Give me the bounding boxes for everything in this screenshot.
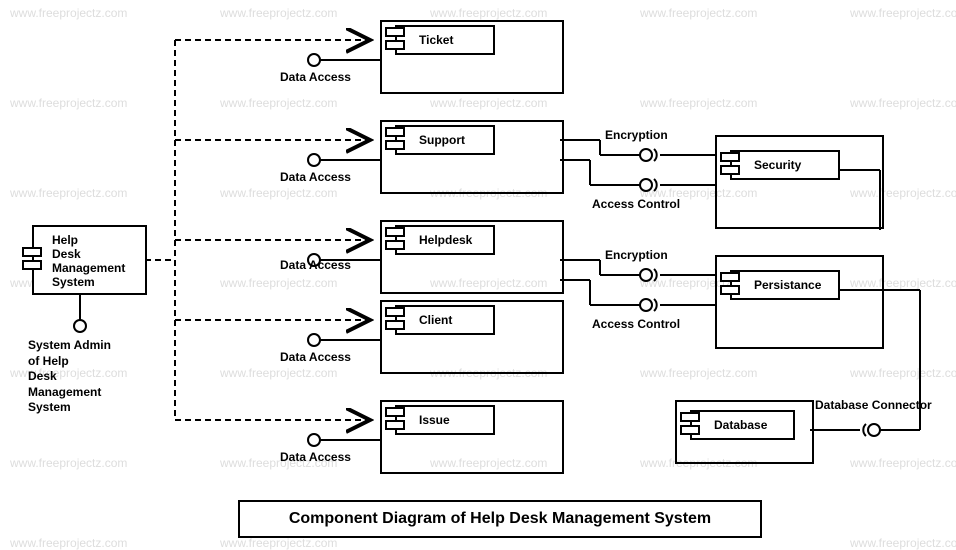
watermark: www.freeprojectz.com — [10, 536, 127, 550]
diagram-title: Component Diagram of Help Desk Managemen… — [238, 500, 762, 538]
watermark: www.freeprojectz.com — [10, 456, 127, 470]
access-control-security-label: Access Control — [592, 197, 680, 211]
data-access-helpdesk: Data Access — [280, 258, 351, 272]
component-ticket: Ticket — [395, 25, 495, 55]
component-security: Security — [730, 150, 840, 180]
watermark: www.freeprojectz.com — [10, 96, 127, 110]
watermark: www.freeprojectz.com — [220, 536, 337, 550]
watermark: www.freeprojectz.com — [850, 536, 956, 550]
watermark: www.freeprojectz.com — [640, 6, 757, 20]
main-line-1: Desk — [52, 247, 81, 261]
watermark: www.freeprojectz.com — [640, 96, 757, 110]
watermark: www.freeprojectz.com — [10, 6, 127, 20]
watermark: www.freeprojectz.com — [220, 276, 337, 290]
watermark: www.freeprojectz.com — [430, 6, 547, 20]
watermark: www.freeprojectz.com — [220, 366, 337, 380]
component-database: Database — [690, 410, 795, 440]
component-issue: Issue — [395, 405, 495, 435]
database-connector-label: Database Connector — [815, 398, 932, 412]
data-access-client: Data Access — [280, 350, 351, 364]
data-access-issue: Data Access — [280, 450, 351, 464]
system-admin-label: System Admin of Help Desk Management Sys… — [28, 338, 111, 416]
data-access-support: Data Access — [280, 170, 351, 184]
watermark: www.freeprojectz.com — [220, 6, 337, 20]
watermark: www.freeprojectz.com — [850, 96, 956, 110]
main-line-2: Management — [52, 261, 125, 275]
component-persistance: Persistance — [730, 270, 840, 300]
main-line-0: Help — [52, 233, 78, 247]
watermark: www.freeprojectz.com — [430, 96, 547, 110]
watermark: www.freeprojectz.com — [10, 186, 127, 200]
encryption-security-label: Encryption — [605, 128, 668, 142]
encryption-persistance-label: Encryption — [605, 248, 668, 262]
main-line-3: System — [52, 275, 95, 289]
watermark: www.freeprojectz.com — [850, 366, 956, 380]
watermark: www.freeprojectz.com — [220, 96, 337, 110]
watermark: www.freeprojectz.com — [640, 366, 757, 380]
data-access-ticket: Data Access — [280, 70, 351, 84]
component-help-desk-management-system: Help Desk Management System — [32, 225, 147, 295]
component-helpdesk: Helpdesk — [395, 225, 495, 255]
component-support: Support — [395, 125, 495, 155]
watermark: www.freeprojectz.com — [850, 6, 956, 20]
watermark: www.freeprojectz.com — [220, 186, 337, 200]
access-control-persistance-label: Access Control — [592, 317, 680, 331]
watermark: www.freeprojectz.com — [850, 456, 956, 470]
component-client: Client — [395, 305, 495, 335]
